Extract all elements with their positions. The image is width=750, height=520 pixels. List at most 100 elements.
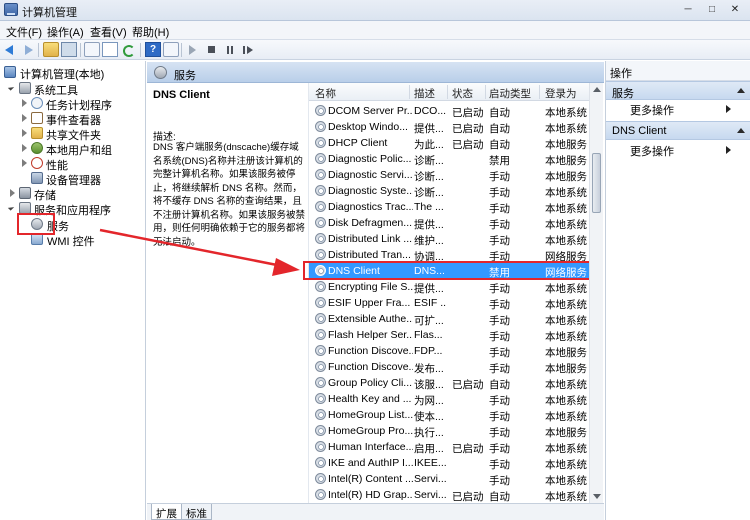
cell-start: 手动 xyxy=(489,363,510,375)
column-header-state[interactable]: 状态 xyxy=(452,86,473,101)
export-list-icon[interactable] xyxy=(102,42,118,57)
tree-item-storage[interactable]: 存储 xyxy=(8,186,144,202)
service-row[interactable]: HomeGroup List... 使本... 手动 本地系统 xyxy=(309,407,595,423)
more-actions-dns-client[interactable]: 更多操作 xyxy=(630,143,731,159)
up-folder-icon[interactable] xyxy=(43,42,59,57)
tab-extended[interactable]: 扩展 xyxy=(151,504,182,520)
tree-item-root[interactable]: 计算机管理(本地) xyxy=(4,65,144,81)
tree-item-system-tools[interactable]: 系统工具 xyxy=(8,81,144,97)
tab-standard[interactable]: 标准 xyxy=(181,504,212,520)
forward-arrow-icon[interactable] xyxy=(20,42,36,57)
tree-item-event-viewer[interactable]: 事件查看器 xyxy=(20,111,144,127)
column-divider[interactable] xyxy=(539,85,540,99)
service-row[interactable]: Desktop Windo... 提供... 已启动 自动 本地系统 xyxy=(309,119,595,135)
scroll-down-arrow-icon[interactable] xyxy=(593,494,601,499)
maximize-button[interactable]: □ xyxy=(704,3,720,17)
stop-service-icon[interactable] xyxy=(204,42,220,57)
cell-desc: 提供... xyxy=(414,283,444,295)
service-gear-icon xyxy=(315,361,326,372)
service-row[interactable]: Function Discove... FDP... 手动 本地服务 xyxy=(309,343,595,359)
more-actions-services[interactable]: 更多操作 xyxy=(630,102,731,118)
expand-arrow-icon[interactable] xyxy=(8,189,16,197)
cell-logon: 本地系统 xyxy=(545,459,587,471)
cell-start: 手动 xyxy=(489,443,510,455)
service-row[interactable]: ESIF Upper Fra... ESIF ... 手动 本地系统 xyxy=(309,295,595,311)
menu-action[interactable]: 操作(A) xyxy=(47,24,84,40)
menu-help[interactable]: 帮助(H) xyxy=(132,24,169,40)
scroll-up-arrow-icon[interactable] xyxy=(593,87,601,92)
help-icon[interactable]: ? xyxy=(145,42,161,57)
column-header-name[interactable]: 名称 xyxy=(315,86,336,101)
service-row[interactable]: Human Interface... 启用... 已启动 手动 本地系统 xyxy=(309,439,595,455)
service-gear-icon xyxy=(315,409,326,420)
service-gear-icon xyxy=(315,489,326,500)
service-row[interactable]: Group Policy Cli... 该服... 已启动 自动 本地系统 xyxy=(309,375,595,391)
tree-item-task-scheduler[interactable]: 任务计划程序 xyxy=(20,96,144,112)
service-row[interactable]: Intel(R) HD Grap... Servi... 已启动 自动 本地系统 xyxy=(309,487,595,503)
service-row[interactable]: HomeGroup Pro... 执行... 手动 本地服务 xyxy=(309,423,595,439)
service-row[interactable]: Extensible Authe... 可扩... 手动 本地系统 xyxy=(309,311,595,327)
service-row[interactable]: Health Key and ... 为网... 手动 本地系统 xyxy=(309,391,595,407)
cell-start: 自动 xyxy=(489,123,510,135)
show-hide-tree-icon[interactable] xyxy=(61,42,77,57)
expand-arrow-icon[interactable] xyxy=(20,99,28,107)
column-divider[interactable] xyxy=(409,85,410,99)
show-action-pane-icon[interactable] xyxy=(163,42,179,57)
service-row[interactable]: Diagnostic Syste... 诊断... 手动 本地系统 xyxy=(309,183,595,199)
restart-service-icon[interactable] xyxy=(240,42,256,57)
service-row[interactable]: Diagnostic Servi... 诊断... 手动 本地服务 xyxy=(309,167,595,183)
column-divider[interactable] xyxy=(485,85,486,99)
column-header-logon[interactable]: 登录为 xyxy=(545,86,577,101)
cell-desc: 维护... xyxy=(414,235,444,247)
actions-title: 操作 xyxy=(610,68,632,80)
collapse-arrow-icon[interactable] xyxy=(737,128,745,133)
cell-name: Flash Helper Ser... xyxy=(328,329,413,341)
actions-section-services[interactable]: 服务 xyxy=(606,81,750,100)
service-row[interactable]: Distributed Link ... 维护... 手动 本地系统 xyxy=(309,231,595,247)
service-row[interactable]: IKE and AuthIP I... IKEE... 手动 本地系统 xyxy=(309,455,595,471)
selected-service-name: DNS Client xyxy=(153,89,210,101)
tree-item-local-users[interactable]: 本地用户和组 xyxy=(20,141,144,157)
expand-arrow-icon[interactable] xyxy=(20,114,28,122)
service-row[interactable]: Encrypting File S... 提供... 手动 本地系统 xyxy=(309,279,595,295)
tree-item-performance[interactable]: 性能 xyxy=(20,156,144,172)
minimize-button[interactable]: ─ xyxy=(680,3,696,17)
actions-section-dns-client[interactable]: DNS Client xyxy=(606,121,750,140)
collapse-arrow-icon[interactable] xyxy=(737,88,745,93)
event-log-icon xyxy=(31,112,43,124)
performance-icon xyxy=(31,157,43,169)
cell-start: 自动 xyxy=(489,379,510,391)
service-gear-icon xyxy=(315,201,326,212)
column-header-start-type[interactable]: 启动类型 xyxy=(489,86,531,101)
collapse-arrow-icon[interactable] xyxy=(8,84,16,92)
service-row[interactable]: Diagnostics Trac... The ... 手动 本地系统 xyxy=(309,199,595,215)
service-row[interactable]: Intel(R) Content ... Servi... 手动 本地系统 xyxy=(309,471,595,487)
column-header-desc[interactable]: 描述 xyxy=(414,86,435,101)
service-row[interactable]: Flash Helper Ser... Flas... 手动 本地系统 xyxy=(309,327,595,343)
tree-item-device-manager[interactable]: 设备管理器 xyxy=(31,171,144,187)
expand-arrow-icon[interactable] xyxy=(20,129,28,137)
scrollbar-thumb[interactable] xyxy=(592,153,601,213)
close-button[interactable]: ✕ xyxy=(727,3,743,17)
service-row[interactable]: DCOM Server Pr... DCO... 已启动 自动 本地系统 xyxy=(309,103,595,119)
expand-arrow-icon[interactable] xyxy=(20,144,28,152)
cell-desc: 为此... xyxy=(414,139,444,151)
refresh-icon[interactable] xyxy=(120,42,136,57)
view-tabs: 扩展 标准 xyxy=(147,503,604,520)
properties-icon[interactable] xyxy=(84,42,100,57)
tree-item-shared-folders[interactable]: 共享文件夹 xyxy=(20,126,144,142)
expand-arrow-icon[interactable] xyxy=(20,159,28,167)
menu-file[interactable]: 文件(F) xyxy=(6,24,42,40)
back-arrow-icon[interactable] xyxy=(3,42,19,57)
collapse-arrow-icon[interactable] xyxy=(8,204,16,212)
service-row[interactable]: DHCP Client 为此... 已启动 自动 本地服务 xyxy=(309,135,595,151)
menu-view[interactable]: 查看(V) xyxy=(90,24,127,40)
vertical-scrollbar[interactable] xyxy=(589,83,603,503)
service-row[interactable]: Function Discove... 发布... 手动 本地服务 xyxy=(309,359,595,375)
column-divider[interactable] xyxy=(447,85,448,99)
start-service-icon[interactable] xyxy=(185,42,201,57)
pause-service-icon[interactable] xyxy=(222,42,238,57)
service-row[interactable]: Disk Defragmen... 提供... 手动 本地系统 xyxy=(309,215,595,231)
cell-name: Diagnostic Polic... xyxy=(328,153,412,165)
service-row[interactable]: Diagnostic Polic... 诊断... 禁用 本地服务 xyxy=(309,151,595,167)
